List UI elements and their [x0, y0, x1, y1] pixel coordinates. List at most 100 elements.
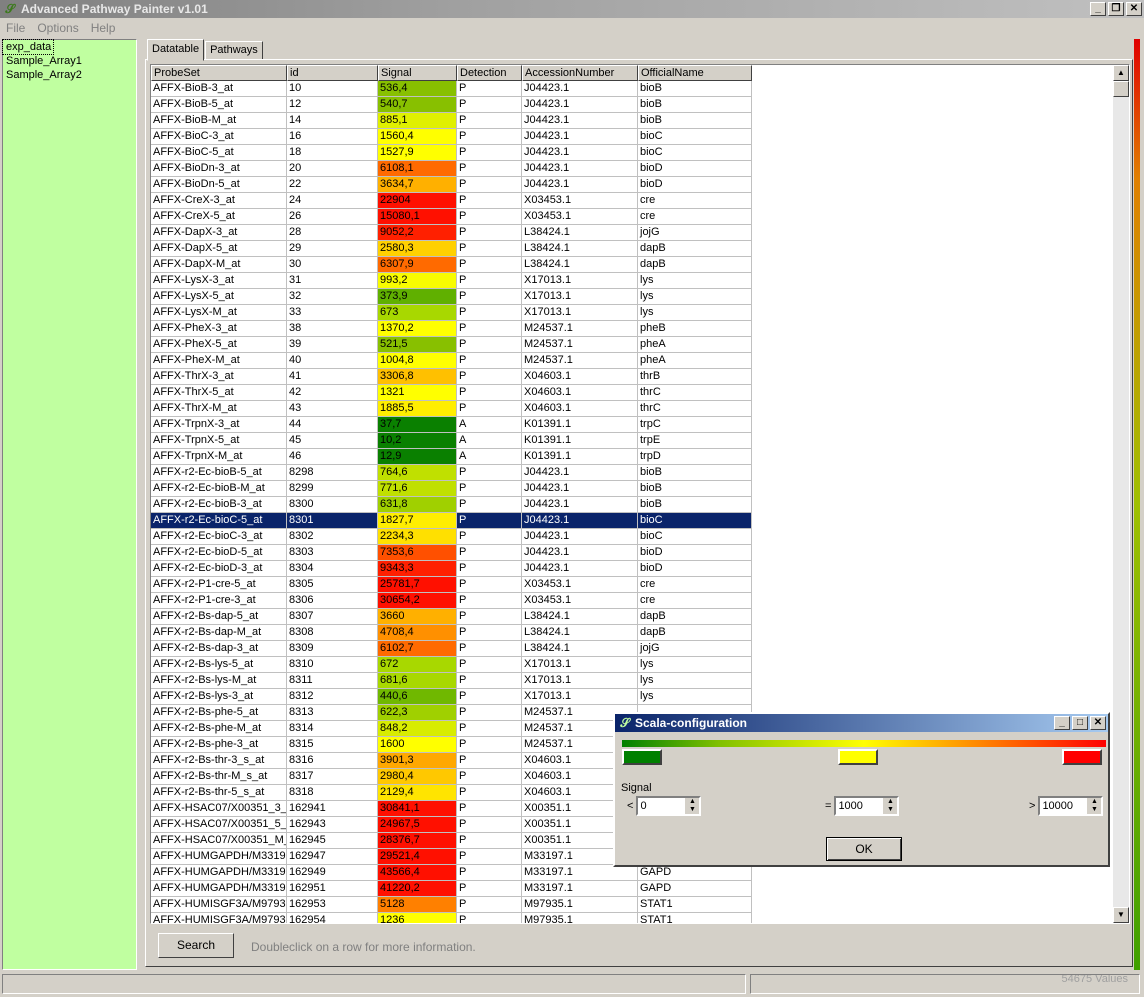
cell-officialname: bioB [638, 497, 752, 513]
minimize-button[interactable]: _ [1090, 2, 1106, 16]
table-row[interactable]: AFFX-TrpnX-3_at 44 37,7 A K01391.1 trpC [151, 417, 752, 433]
window-title: Advanced Pathway Painter v1.01 [21, 2, 208, 16]
table-row[interactable]: AFFX-DapX-5_at 29 2580,3 P L38424.1 dapB [151, 241, 752, 257]
table-row[interactable]: AFFX-r2-Bs-dap-5_at 8307 3660 P L38424.1 dapB [151, 609, 752, 625]
table-row[interactable]: AFFX-r2-Ec-bioC-5_at 8301 1827,7 P J04423.1 b… [151, 513, 752, 529]
table-row[interactable]: AFFX-r2-Ec-bioB-M_at 8299 771,6 P J04423.1 bi… [151, 481, 752, 497]
scroll-up-icon[interactable]: ▲ [1113, 65, 1129, 81]
restore-button[interactable]: ❐ [1108, 2, 1124, 16]
col-header-id[interactable]: id [287, 65, 378, 81]
cell-accession: X03453.1 [522, 193, 638, 209]
table-row[interactable]: AFFX-HUMISGF3A/M97935_3_at1629535128PM97… [151, 897, 752, 913]
spin-arrows-icon[interactable]: ▲ ▼ [1087, 798, 1102, 814]
ok-button[interactable]: OK [826, 837, 902, 861]
table-row[interactable]: AFFX-HUMISGF3A/M97935_5_at1629541236PM97… [151, 913, 752, 923]
dialog-maximize-button[interactable]: □ [1072, 716, 1088, 730]
cell-detection: P [457, 849, 522, 865]
table-row[interactable]: AFFX-DapX-3_at 28 9052,2 P L38424.1 jojG [151, 225, 752, 241]
table-row[interactable]: AFFX-ThrX-M_at 43 1885,5 P X04603.1 thrC [151, 401, 752, 417]
mid-value-input[interactable]: 1000 ▲ ▼ [834, 796, 900, 816]
dialog-close-button[interactable]: ✕ [1090, 716, 1106, 730]
table-row[interactable]: AFFX-CreX-5_at 26 15080,1 P X03453.1 cre [151, 209, 752, 225]
cell-accession: X17013.1 [522, 273, 638, 289]
table-row[interactable]: AFFX-r2-Ec-bioD-5_at 8303 7353,6 P J04423.1 b… [151, 545, 752, 561]
mid-color-button[interactable] [838, 749, 878, 765]
cell-signal: 9343,3 [378, 561, 457, 577]
table-row[interactable]: AFFX-BioC-3_at 16 1560,4 P J04423.1 bioC [151, 129, 752, 145]
low-value-input[interactable]: 0 ▲ ▼ [636, 796, 702, 816]
table-row[interactable]: AFFX-PheX-3_at 38 1370,2 P M24537.1 pheB [151, 321, 752, 337]
cell-detection: P [457, 81, 522, 97]
col-header-accession[interactable]: AccessionNumber [522, 65, 638, 81]
high-value-input[interactable]: 10000 ▲ ▼ [1038, 796, 1104, 816]
col-header-officialname[interactable]: OfficialName [638, 65, 752, 81]
scroll-thumb[interactable] [1113, 81, 1129, 97]
spin-arrows-icon[interactable]: ▲ ▼ [883, 798, 898, 814]
table-row[interactable]: AFFX-r2-Bs-dap-M_at 8308 4708,4 P L38424.1 da… [151, 625, 752, 641]
table-row[interactable]: AFFX-PheX-M_at 40 1004,8 P M24537.1 pheA [151, 353, 752, 369]
cell-signal: 440,6 [378, 689, 457, 705]
table-row[interactable]: AFFX-r2-Ec-bioB-3_at 8300 631,8 P J04423.1 bi… [151, 497, 752, 513]
table-row[interactable]: AFFX-DapX-M_at 30 6307,9 P L38424.1 dapB [151, 257, 752, 273]
table-row[interactable]: AFFX-r2-Ec-bioD-3_at 8304 9343,3 P J04423.1 b… [151, 561, 752, 577]
table-row[interactable]: AFFX-r2-P1-cre-3_at 8306 30654,2 P X03453.1 c… [151, 593, 752, 609]
low-color-button[interactable] [622, 749, 662, 765]
table-row[interactable]: AFFX-r2-Ec-bioB-5_at 8298 764,6 P J04423.1 bi… [151, 465, 752, 481]
table-row[interactable]: AFFX-r2-Bs-lys-3_at 8312 440,6 P X17013.1 lys [151, 689, 752, 705]
menu-file[interactable]: File [0, 21, 31, 35]
table-row[interactable]: AFFX-TrpnX-M_at 46 12,9 A K01391.1 trpD [151, 449, 752, 465]
dataset-item-sample-array1[interactable]: Sample_Array1 [3, 54, 136, 68]
table-row[interactable]: AFFX-PheX-5_at 39 521,5 P M24537.1 pheA [151, 337, 752, 353]
cell-id: 8301 [287, 513, 378, 529]
table-row[interactable]: AFFX-BioC-5_at 18 1527,9 P J04423.1 bioC [151, 145, 752, 161]
low-threshold: < 0 ▲ ▼ [627, 796, 702, 816]
cell-probeset: AFFX-ThrX-5_at [151, 385, 287, 401]
spin-arrows-icon[interactable]: ▲ ▼ [685, 798, 700, 814]
search-button[interactable]: Search [158, 933, 234, 958]
table-row[interactable]: AFFX-r2-Ec-bioC-3_at 8302 2234,3 P J04423.1 b… [151, 529, 752, 545]
cell-officialname: bioC [638, 513, 752, 529]
tab-datatable[interactable]: Datatable [147, 39, 205, 61]
cell-id: 12 [287, 97, 378, 113]
cell-probeset: AFFX-r2-Ec-bioC-3_at [151, 529, 287, 545]
table-row[interactable]: AFFX-BioB-M_at 14 885,1 P J04423.1 bioB [151, 113, 752, 129]
table-row[interactable]: AFFX-ThrX-3_at 41 3306,8 P X04603.1 thrB [151, 369, 752, 385]
dialog-minimize-button[interactable]: _ [1054, 716, 1070, 730]
dataset-item-exp-data[interactable]: exp_data [1, 39, 55, 55]
dataset-item-sample-array2[interactable]: Sample_Array2 [3, 68, 136, 82]
high-color-button[interactable] [1062, 749, 1102, 765]
cell-accession: X04603.1 [522, 385, 638, 401]
dataset-list[interactable]: exp_data Sample_Array1 Sample_Array2 [1, 39, 137, 970]
menu-options[interactable]: Options [31, 21, 84, 35]
cell-id: 33 [287, 305, 378, 321]
mid-value-text: 1000 [838, 800, 863, 812]
col-header-probeset[interactable]: ProbeSet [151, 65, 287, 81]
table-row[interactable]: AFFX-r2-Bs-lys-M_at 8311 681,6 P X17013.1 lys [151, 673, 752, 689]
cell-accession: X03453.1 [522, 593, 638, 609]
cell-probeset: AFFX-r2-Bs-phe-3_at [151, 737, 287, 753]
col-header-detection[interactable]: Detection [457, 65, 522, 81]
scroll-down-icon[interactable]: ▼ [1113, 907, 1129, 923]
cell-probeset: AFFX-HUMGAPDH/M33197_M_at [151, 881, 287, 897]
table-row[interactable]: AFFX-ThrX-5_at 42 1321 P X04603.1 thrC [151, 385, 752, 401]
close-button[interactable]: ✕ [1126, 2, 1142, 16]
menu-help[interactable]: Help [85, 21, 122, 35]
table-row[interactable]: AFFX-BioB-3_at 10 536,4 P J04423.1 bioB [151, 81, 752, 97]
vertical-scrollbar[interactable]: ▲ ▼ [1113, 65, 1129, 923]
table-row[interactable]: AFFX-TrpnX-5_at 45 10,2 A K01391.1 trpE [151, 433, 752, 449]
table-row[interactable]: AFFX-LysX-3_at 31 993,2 P X17013.1 lys [151, 273, 752, 289]
table-row[interactable]: AFFX-BioDn-5_at 22 3634,7 P J04423.1 bioD [151, 177, 752, 193]
table-row[interactable]: AFFX-LysX-5_at 32 373,9 P X17013.1 lys [151, 289, 752, 305]
table-row[interactable]: AFFX-LysX-M_at 33 673 P X17013.1 lys [151, 305, 752, 321]
table-row[interactable]: AFFX-BioB-5_at 12 540,7 P J04423.1 bioB [151, 97, 752, 113]
table-row[interactable]: AFFX-CreX-3_at 24 22904 P X03453.1 cre [151, 193, 752, 209]
table-row[interactable]: AFFX-r2-Bs-lys-5_at 8310 672 P X17013.1 lys [151, 657, 752, 673]
table-row[interactable]: AFFX-HUMGAPDH/M33197_5_at16294943566,4PM… [151, 865, 752, 881]
table-row[interactable]: AFFX-BioDn-3_at 20 6108,1 P J04423.1 bioD [151, 161, 752, 177]
col-header-signal[interactable]: Signal [378, 65, 457, 81]
table-row[interactable]: AFFX-r2-Bs-dap-3_at 8309 6102,7 P L38424.1 jo… [151, 641, 752, 657]
table-row[interactable]: AFFX-r2-P1-cre-5_at 8305 25781,7 P X03453.1 c… [151, 577, 752, 593]
tab-pathways[interactable]: Pathways [205, 41, 263, 60]
table-row[interactable]: AFFX-HUMGAPDH/M33197_M_at16295141220,2PM… [151, 881, 752, 897]
menu-bar: File Options Help [0, 18, 1144, 38]
